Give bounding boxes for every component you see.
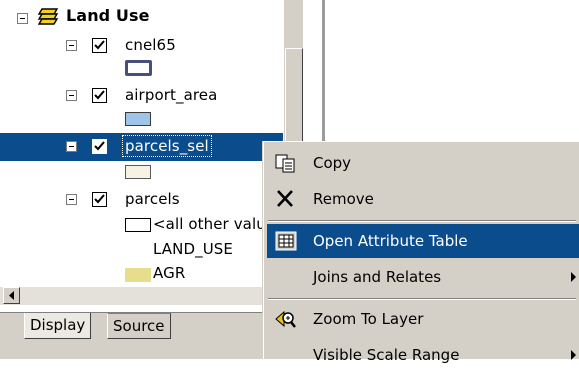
submenu-arrow-icon <box>571 272 576 282</box>
legend-field-name: LAND_USE <box>153 240 234 258</box>
menu-item-label: Joins and Relates <box>313 268 442 286</box>
layer-name[interactable]: cnel65 <box>125 35 176 55</box>
menu-item-label: Zoom To Layer <box>313 310 424 328</box>
menu-item-label: Visible Scale Range <box>313 346 460 364</box>
horizontal-scrollbar[interactable] <box>0 286 283 305</box>
menu-item-joins-and-relates[interactable]: Joins and Relates <box>267 260 579 294</box>
other-values-symbol <box>125 218 151 232</box>
layer-name[interactable]: parcels <box>125 189 180 209</box>
copy-icon <box>275 153 297 173</box>
menu-item-zoom-to-layer[interactable]: Zoom To Layer <box>267 302 579 336</box>
scroll-left-button[interactable] <box>3 287 20 304</box>
menu-item-remove[interactable]: Remove <box>267 182 579 216</box>
layer-context-menu: Copy Remove Open Attribute Table Joins a… <box>263 141 579 364</box>
submenu-arrow-icon <box>571 350 576 360</box>
tab-display[interactable]: Display <box>24 313 92 339</box>
collapse-layer-button[interactable] <box>66 90 77 101</box>
agr-symbol <box>125 268 151 282</box>
menu-item-open-attribute-table[interactable]: Open Attribute Table <box>267 224 579 258</box>
layer-visibility-checkbox[interactable] <box>92 139 107 154</box>
zoom-to-layer-icon <box>275 309 297 329</box>
collapse-group-button[interactable] <box>17 13 28 24</box>
menu-item-visible-scale-range[interactable]: Visible Scale Range <box>267 338 579 372</box>
table-icon <box>275 231 297 251</box>
layer-name[interactable]: airport_area <box>125 85 217 105</box>
collapse-layer-button[interactable] <box>66 40 77 51</box>
menu-item-label: Open Attribute Table <box>313 232 468 250</box>
layer-visibility-checkbox[interactable] <box>92 38 107 53</box>
table-of-contents: Land Use cnel65 airport_area parcels_sel… <box>0 0 290 312</box>
menu-item-label: Remove <box>313 190 374 208</box>
group-label[interactable]: Land Use <box>66 6 150 26</box>
airport-area-symbol <box>125 112 151 126</box>
layer-group-icon <box>36 5 62 27</box>
remove-icon <box>275 189 297 209</box>
collapse-layer-button[interactable] <box>66 141 77 152</box>
legend-class-label: AGR <box>153 264 186 282</box>
menu-item-copy[interactable]: Copy <box>267 146 579 180</box>
menu-separator <box>268 298 576 300</box>
collapse-layer-button[interactable] <box>66 194 77 205</box>
tab-source[interactable]: Source <box>107 313 171 339</box>
layer-visibility-checkbox[interactable] <box>92 88 107 103</box>
parcels-sel-symbol <box>125 165 151 179</box>
layer-name[interactable]: parcels_sel <box>122 135 212 157</box>
menu-separator <box>268 220 576 222</box>
menu-item-label: Copy <box>313 154 352 172</box>
layer-visibility-checkbox[interactable] <box>92 192 107 207</box>
cnel65-symbol <box>125 60 152 76</box>
